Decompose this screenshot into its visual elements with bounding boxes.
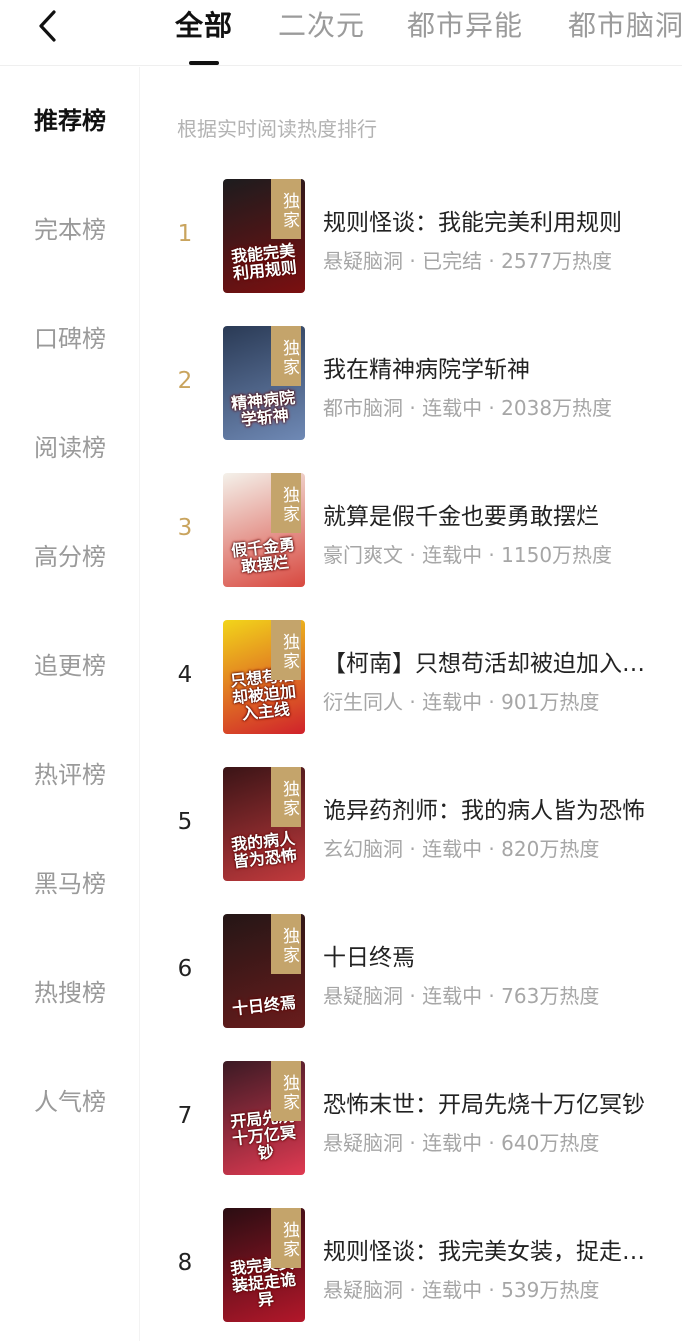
book-meta: 悬疑脑洞 · 连载中 · 640万热度: [323, 1131, 600, 1155]
chevron-left-icon: [39, 10, 56, 42]
book-cover: 我的病人皆为恐怖 独家: [223, 767, 305, 881]
book-row[interactable]: 4 只想苟活却被迫加入主线 独家 【柯南】只想苟活却被迫加入主线 衍生同人 · …: [141, 620, 682, 738]
rank-number: 4: [177, 662, 193, 688]
tab-urban-fantasy[interactable]: 都市脑洞: [568, 6, 682, 46]
rank-number: 3: [177, 515, 193, 541]
sidebar-item-updates[interactable]: 追更榜: [0, 649, 140, 683]
exclusive-badge: 独家: [271, 767, 301, 827]
book-cover: 十日终焉 独家: [223, 914, 305, 1028]
book-row[interactable]: 6 十日终焉 独家 十日终焉 悬疑脑洞 · 连载中 · 763万热度: [141, 914, 682, 1032]
book-title: 恐怖末世：开局先烧十万亿冥钞: [323, 1092, 645, 1118]
exclusive-badge: 独家: [271, 326, 301, 386]
book-row[interactable]: 7 开局先烧十万亿冥钞 独家 恐怖末世：开局先烧十万亿冥钞 悬疑脑洞 · 连载中…: [141, 1061, 682, 1179]
book-cover: 只想苟活却被迫加入主线 独家: [223, 620, 305, 734]
book-title: 诡异药剂师：我的病人皆为恐怖: [323, 798, 645, 824]
back-button[interactable]: [30, 8, 66, 44]
cover-title-art: 我的病人皆为恐怖: [230, 828, 298, 872]
top-bar: 全部 二次元 都市异能 都市脑洞: [0, 0, 682, 66]
cover-title-art: 十日终焉: [231, 992, 297, 1019]
sidebar-item-reputation[interactable]: 口碑榜: [0, 322, 140, 356]
sidebar-item-hot-comments[interactable]: 热评榜: [0, 758, 140, 792]
cover-title-art: 假千金勇敢摆烂: [230, 534, 296, 577]
book-title: 十日终焉: [323, 945, 415, 971]
book-title: 规则怪谈：我能完美利用规则: [323, 210, 622, 236]
book-row[interactable]: 8 我完美女装捉走诡异 独家 规则怪谈：我完美女装，捉走诡异 悬疑脑洞 · 连载…: [141, 1208, 682, 1326]
book-meta: 悬疑脑洞 · 连载中 · 539万热度: [323, 1278, 600, 1302]
book-meta: 玄幻脑洞 · 连载中 · 820万热度: [323, 837, 600, 861]
sidebar-item-popularity[interactable]: 人气榜: [0, 1085, 140, 1119]
rank-number: 5: [177, 809, 193, 835]
sidebar-item-reading[interactable]: 阅读榜: [0, 431, 140, 465]
sidebar-item-dark-horse[interactable]: 黑马榜: [0, 867, 140, 901]
ranking-list: 根据实时阅读热度排行 1 我能完美利用规则 独家 规则怪谈：我能完美利用规则 悬…: [141, 67, 682, 1341]
book-row[interactable]: 1 我能完美利用规则 独家 规则怪谈：我能完美利用规则 悬疑脑洞 · 已完结 ·…: [141, 179, 682, 297]
book-row[interactable]: 2 精神病院学斩神 独家 我在精神病院学斩神 都市脑洞 · 连载中 · 2038…: [141, 326, 682, 444]
cover-title-art: 精神病院学斩神: [230, 387, 296, 430]
tab-all[interactable]: 全部: [175, 6, 233, 46]
rank-number: 6: [177, 956, 193, 982]
rank-number: 8: [177, 1250, 193, 1276]
rank-number: 2: [177, 368, 193, 394]
book-meta: 悬疑脑洞 · 已完结 · 2577万热度: [323, 249, 613, 273]
exclusive-badge: 独家: [271, 1208, 301, 1268]
book-meta: 豪门爽文 · 连载中 · 1150万热度: [323, 543, 613, 567]
ranking-sidebar: 推荐榜 完本榜 口碑榜 阅读榜 高分榜 追更榜 热评榜 黑马榜 热搜榜 人气榜: [0, 67, 140, 1341]
book-meta: 悬疑脑洞 · 连载中 · 763万热度: [323, 984, 600, 1008]
sidebar-item-recommend[interactable]: 推荐榜: [0, 104, 140, 138]
list-subtitle: 根据实时阅读热度排行: [177, 117, 377, 141]
book-cover: 我能完美利用规则 独家: [223, 179, 305, 293]
tab-anime[interactable]: 二次元: [278, 6, 365, 46]
book-meta: 都市脑洞 · 连载中 · 2038万热度: [323, 396, 613, 420]
sidebar-item-completed[interactable]: 完本榜: [0, 213, 140, 247]
rank-number: 1: [177, 221, 193, 247]
book-cover: 假千金勇敢摆烂 独家: [223, 473, 305, 587]
book-title: 我在精神病院学斩神: [323, 357, 530, 383]
sidebar-item-hot-search[interactable]: 热搜榜: [0, 976, 140, 1010]
book-meta: 衍生同人 · 连载中 · 901万热度: [323, 690, 600, 714]
book-title: 规则怪谈：我完美女装，捉走诡异: [323, 1239, 663, 1265]
book-row[interactable]: 3 假千金勇敢摆烂 独家 就算是假千金也要勇敢摆烂 豪门爽文 · 连载中 · 1…: [141, 473, 682, 591]
exclusive-badge: 独家: [271, 914, 301, 974]
book-cover: 我完美女装捉走诡异 独家: [223, 1208, 305, 1322]
book-cover: 开局先烧十万亿冥钞 独家: [223, 1061, 305, 1175]
sidebar-item-high-score[interactable]: 高分榜: [0, 540, 140, 574]
active-tab-indicator: [189, 61, 219, 65]
exclusive-badge: 独家: [271, 620, 301, 680]
tab-urban-powers[interactable]: 都市异能: [407, 6, 523, 46]
cover-title-art: 我能完美利用规则: [230, 240, 298, 284]
exclusive-badge: 独家: [271, 1061, 301, 1121]
rank-number: 7: [177, 1103, 193, 1129]
exclusive-badge: 独家: [271, 179, 301, 239]
book-title: 【柯南】只想苟活却被迫加入主线: [323, 651, 663, 677]
book-row[interactable]: 5 我的病人皆为恐怖 独家 诡异药剂师：我的病人皆为恐怖 玄幻脑洞 · 连载中 …: [141, 767, 682, 885]
exclusive-badge: 独家: [271, 473, 301, 533]
book-title: 就算是假千金也要勇敢摆烂: [323, 504, 599, 530]
book-cover: 精神病院学斩神 独家: [223, 326, 305, 440]
